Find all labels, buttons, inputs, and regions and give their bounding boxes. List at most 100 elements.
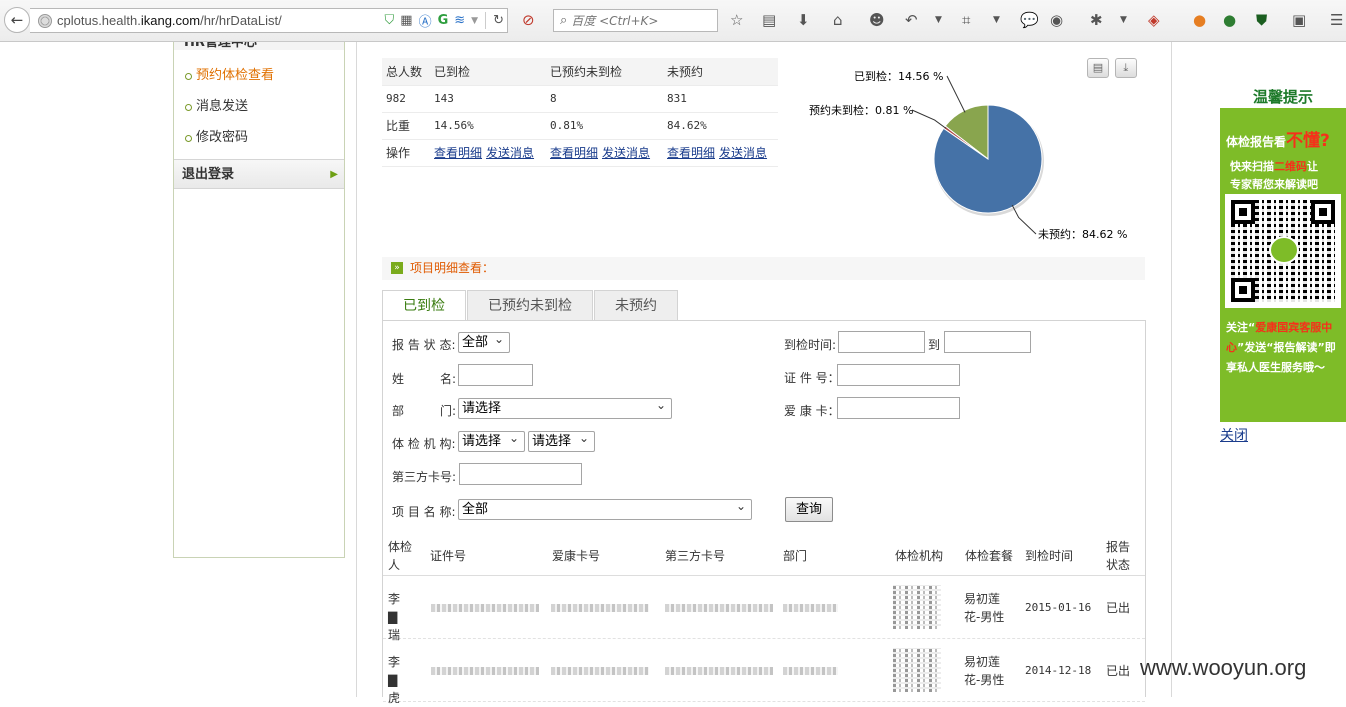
pie-leader-line-0 <box>946 75 966 113</box>
addon-icon[interactable]: ◈ <box>1148 11 1160 29</box>
sidebar-item-change-password[interactable]: 修改密码 <box>174 122 344 153</box>
arrive-time-label: 到检时间: <box>784 338 837 352</box>
ad-close-link[interactable]: 关闭 <box>1220 425 1248 445</box>
translate-icon[interactable]: Ⓐ <box>419 11 432 30</box>
dropdown-icon[interactable]: ▼ <box>935 11 942 29</box>
dropdown-icon[interactable]: ▼ <box>993 11 1000 29</box>
third-party-card-input[interactable] <box>459 463 582 485</box>
avatar-icon[interactable]: ◉ <box>1050 11 1063 29</box>
query-button[interactable]: 查询 <box>785 497 833 522</box>
col-header-dept: 部门 <box>783 549 808 563</box>
view-detail-link-booked[interactable]: 查看明细 <box>550 146 598 160</box>
wave-icon[interactable]: ≋ <box>454 13 465 28</box>
org-select-primary-value: 请选择 <box>462 434 502 449</box>
sidebar-item-appointment-view[interactable]: 预约体检查看 <box>174 60 344 91</box>
google-icon[interactable]: G <box>438 13 449 28</box>
report-status-select[interactable]: 全部 <box>458 330 510 353</box>
bookmarks-list-icon[interactable]: ▤ <box>762 11 776 29</box>
print-chart-button[interactable]: ▤ <box>1087 58 1109 78</box>
name-input[interactable] <box>458 364 533 386</box>
ikang-card-label: 爱 康 卡： <box>784 404 840 418</box>
item-name-select[interactable]: 全部 <box>458 497 752 520</box>
back-button[interactable]: ← <box>4 7 30 33</box>
table-row[interactable]: 李▇瑞 易初莲花-男性 2015-01-16 已出 <box>383 577 1145 642</box>
redacted-id-number <box>431 667 539 675</box>
col-header-org: 体检机构 <box>895 549 944 563</box>
arrive-time-start-input[interactable] <box>838 331 925 353</box>
ikang-card-input[interactable] <box>837 397 960 419</box>
redacted-org <box>893 585 941 629</box>
download-icon[interactable]: ⬇ <box>797 11 810 29</box>
search-input[interactable] <box>571 13 712 28</box>
redacted-third-party-card <box>665 604 773 612</box>
export-chart-button[interactable]: ⤓ <box>1114 58 1137 78</box>
menu-icon[interactable]: ☰ <box>1330 11 1343 29</box>
block-icon[interactable]: ⊘ <box>522 11 535 29</box>
summary-count-total: 982 <box>382 85 430 113</box>
report-status-label: 报 告 状 态: <box>392 338 456 352</box>
comment-icon[interactable]: 💬 <box>1020 11 1039 29</box>
dropdown-icon[interactable]: ▼ <box>1120 11 1127 29</box>
crop-icon[interactable]: ⌗ <box>962 11 970 29</box>
home-icon[interactable]: ⌂ <box>833 11 843 29</box>
view-detail-link-arrived[interactable]: 查看明细 <box>434 146 482 160</box>
summary-count-arrived: 143 <box>430 85 546 113</box>
tab-arrived[interactable]: 已到检 <box>382 290 466 321</box>
dept-select[interactable]: 请选择 <box>458 396 672 419</box>
ad-banner[interactable]: 体检报告看不懂? 快来扫描二维码让 专家帮您来解读吧 关注“爱康国宾客服中心”发… <box>1220 108 1346 422</box>
sidebar-item-send-message[interactable]: 消息发送 <box>174 91 344 122</box>
globe-icon <box>38 13 52 28</box>
leaf-icon[interactable]: ● <box>1223 11 1236 29</box>
org-label: 体 检 机 构: <box>392 437 456 451</box>
dropdown-icon[interactable]: ▼ <box>471 16 478 26</box>
col-header-report-status: 报告状态 <box>1106 540 1131 572</box>
summary-table: 总人数 已到检 已预约未到检 未预约 982 143 8 831 比重 14.5… <box>382 58 778 167</box>
extension-icon[interactable]: ▣ <box>1292 11 1306 29</box>
reload-icon[interactable]: ↻ <box>493 13 504 28</box>
col-header-arrive-time: 到检时间 <box>1025 549 1074 563</box>
arrow-right-icon: ▶ <box>330 169 338 180</box>
results-table-header: 体检人 证件号 爱康卡号 第三方卡号 部门 体检机构 体检套餐 到检时间 报告状… <box>383 536 1145 576</box>
third-party-card-label: 第三方卡号: <box>392 470 457 484</box>
shield-icon[interactable]: ⛊ <box>1256 11 1267 29</box>
download-icon: ⤓ <box>1123 61 1129 74</box>
report-status-value: 全部 <box>462 335 489 350</box>
search-bar[interactable]: ⌕ <box>553 9 718 32</box>
tab-booked-not-arrived[interactable]: 已预约未到检 <box>467 290 593 320</box>
double-arrow-icon: » <box>391 262 403 274</box>
summary-header-arrived: 已到检 <box>430 58 546 86</box>
ad-subtext: 快来扫描二维码让 专家帮您来解读吧 <box>1230 160 1318 191</box>
summary-count-unbooked: 831 <box>663 85 778 113</box>
arrive-time-end-input[interactable] <box>944 331 1031 353</box>
redacted-ikang-card <box>551 604 649 612</box>
address-bar[interactable]: cplotus.health.ikang.com/hr/hrDataList/ … <box>30 8 508 33</box>
tab-not-booked[interactable]: 未预约 <box>594 290 678 320</box>
table-row[interactable]: 李▇虎 易初莲花-男性 2014-12-18 已出 <box>383 640 1145 705</box>
col-header-person: 体检人 <box>388 540 413 572</box>
id-number-input[interactable] <box>837 364 960 386</box>
search-icon: ⌕ <box>560 13 568 28</box>
send-message-link-booked[interactable]: 发送消息 <box>602 146 650 160</box>
send-message-link-unbooked[interactable]: 发送消息 <box>719 146 767 160</box>
row-arrive-date: 2015-01-16 <box>1025 601 1092 614</box>
logout-button[interactable]: 退出登录 ▶ <box>174 159 344 189</box>
row-person-name: 李▇虎 <box>388 655 401 705</box>
org-select-primary[interactable]: 请选择 <box>458 429 525 452</box>
ad-headline: 体检报告看不懂? <box>1226 131 1330 151</box>
summary-ratio-label: 比重 <box>382 112 430 140</box>
col-header-third-party-card: 第三方卡号 <box>665 549 726 563</box>
bookmark-star-icon[interactable]: ☆ <box>730 11 743 29</box>
undo-icon[interactable]: ↶ <box>905 11 918 29</box>
dept-label-second: 门: <box>440 404 457 418</box>
send-message-link-arrived[interactable]: 发送消息 <box>486 146 534 160</box>
fox-icon[interactable]: ● <box>1193 11 1206 29</box>
org-select-secondary[interactable]: 请选择 <box>528 429 595 452</box>
bug-icon[interactable]: ✱ <box>1090 11 1103 29</box>
view-detail-link-unbooked[interactable]: 查看明细 <box>667 146 715 160</box>
shield-check-icon[interactable]: ⛉ <box>385 13 395 28</box>
row-package: 易初莲花-男性 <box>964 655 1005 687</box>
chat-icon[interactable]: ☻ <box>869 11 885 29</box>
pie-label-arrived: 已到检：14.56 % <box>854 69 943 83</box>
row-report-status: 已出 <box>1106 664 1131 678</box>
qr-code-icon[interactable]: ▦ <box>400 13 412 28</box>
